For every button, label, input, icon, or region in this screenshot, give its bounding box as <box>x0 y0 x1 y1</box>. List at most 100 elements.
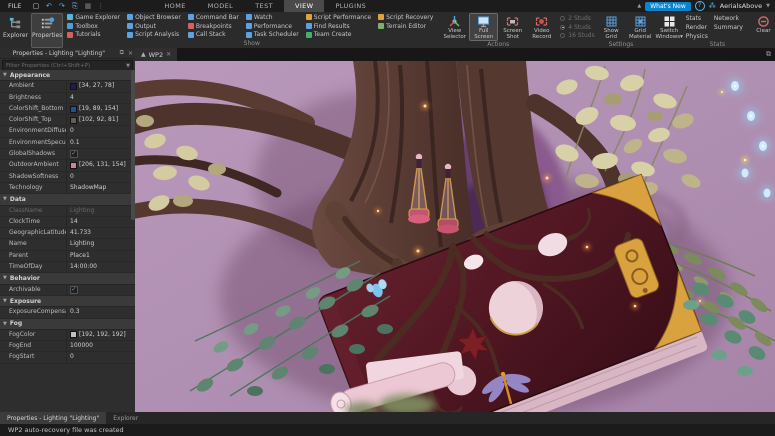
tab-wp2[interactable]: ▲ WP2 ✕ <box>135 48 177 61</box>
tab-close-icon[interactable]: ✕ <box>166 51 171 58</box>
property-row-exposurecompensation[interactable]: ExposureCompensation0.3 <box>0 307 135 318</box>
property-row-name[interactable]: NameLighting <box>0 239 135 250</box>
tutorials-button[interactable]: Tutorials <box>65 31 122 40</box>
property-row-fogcolor[interactable]: FogColor[192, 192, 192] <box>0 330 135 341</box>
account-caret-icon[interactable]: ▼ <box>766 3 770 9</box>
restore-layout-icon[interactable]: ⧉ <box>766 50 771 59</box>
dock-tab-explorer[interactable]: Explorer <box>106 412 145 424</box>
stats-item-summary[interactable]: Summary <box>714 23 743 32</box>
breakpoints-button[interactable]: Breakpoints <box>186 22 241 31</box>
section-header-fog[interactable]: ▼Fog <box>0 319 135 330</box>
full-screen-button[interactable]: Full Screen <box>469 13 498 41</box>
new-file-icon[interactable]: ▢ <box>31 2 40 11</box>
property-value[interactable]: Lighting <box>66 206 135 216</box>
property-value[interactable]: 0 <box>66 126 135 136</box>
find-results-button[interactable]: Find Results <box>304 22 373 31</box>
property-row-shadowsoftness[interactable]: ShadowSoftness0 <box>0 172 135 183</box>
3d-scene-canvas[interactable] <box>135 61 775 412</box>
video-record-button[interactable]: Video Record <box>527 13 556 41</box>
task-scheduler-button[interactable]: Task Scheduler <box>244 31 301 40</box>
property-value[interactable]: [206, 131, 154] <box>66 160 135 170</box>
menu-tab-view[interactable]: VIEW <box>284 0 325 12</box>
properties-button[interactable]: Properties <box>31 13 63 48</box>
team-create-button[interactable]: Team Create <box>304 31 373 40</box>
menu-tab-model[interactable]: MODEL <box>197 0 244 12</box>
stats-item-stats[interactable]: Stats <box>686 14 708 23</box>
section-header-exposure[interactable]: ▼Exposure <box>0 296 135 307</box>
property-value[interactable]: Place1 <box>66 251 135 261</box>
section-header-data[interactable]: ▼Data <box>0 194 135 205</box>
float-panel-icon[interactable]: ⧉ <box>118 49 126 57</box>
game-explorer-button[interactable]: Game Explorer <box>65 13 122 22</box>
property-row-colorshift_bottom[interactable]: ColorShift_Bottom[19, 89, 154] <box>0 104 135 115</box>
menu-tab-plugins[interactable]: PLUGINS <box>324 0 377 12</box>
radio-16-studs[interactable]: 16 Studs <box>560 31 594 40</box>
help-icon[interactable]: ? <box>695 1 705 11</box>
property-row-ambient[interactable]: Ambient[34, 27, 78] <box>0 81 135 92</box>
object-browser-button[interactable]: Object Browser <box>125 13 183 22</box>
switch-windows-button[interactable]: Switch Windows▾ <box>655 13 684 41</box>
menu-tab-test[interactable]: TEST <box>244 0 284 12</box>
property-row-geographiclatitude[interactable]: GeographicLatitude41.733 <box>0 228 135 239</box>
screen-shot-button[interactable]: Screen Shot <box>498 13 527 41</box>
property-row-brightness[interactable]: Brightness4 <box>0 93 135 104</box>
section-header-appearance[interactable]: ▼Appearance <box>0 70 135 81</box>
output-button[interactable]: Output <box>125 22 183 31</box>
part-icon[interactable]: ▦ <box>83 2 92 11</box>
property-value[interactable]: 0 <box>66 172 135 182</box>
terrain-editor-button[interactable]: Terrain Editor <box>376 22 435 31</box>
property-value[interactable]: 4 <box>66 93 135 103</box>
view-selector-button[interactable]: View Selector <box>440 13 469 41</box>
property-row-archivable[interactable]: Archivable✓ <box>0 285 135 296</box>
account-name[interactable]: AerialsAbove <box>720 2 762 10</box>
toolbox-button[interactable]: Toolbox <box>65 22 122 31</box>
stats-item-network[interactable]: Network <box>714 14 743 23</box>
property-row-fogend[interactable]: FogEnd100000 <box>0 341 135 352</box>
property-value[interactable]: Lighting <box>66 239 135 249</box>
property-value[interactable]: [102, 92, 81] <box>66 115 135 125</box>
property-row-classname[interactable]: ClassNameLighting <box>0 206 135 217</box>
close-panel-icon[interactable]: × <box>126 50 135 57</box>
call-stack-button[interactable]: Call Stack <box>186 31 241 40</box>
property-value[interactable]: [192, 192, 192] <box>66 330 135 340</box>
radio-4-studs[interactable]: 4 Studs <box>560 23 594 32</box>
property-row-environmentdiffusescale[interactable]: EnvironmentDiffuseScale0 <box>0 126 135 137</box>
property-value[interactable]: 0.1 <box>66 138 135 148</box>
property-value[interactable]: [34, 27, 78] <box>66 81 135 91</box>
collapse-ribbon-icon[interactable]: ▲ <box>637 3 641 9</box>
property-value[interactable]: 100000 <box>66 341 135 351</box>
filter-dropdown-icon[interactable]: ▼ <box>126 63 132 69</box>
whats-new-button[interactable]: What's New <box>645 2 691 11</box>
property-row-clocktime[interactable]: ClockTime14 <box>0 217 135 228</box>
property-value[interactable]: 14 <box>66 217 135 227</box>
property-value[interactable]: ShadowMap <box>66 183 135 193</box>
paste-icon[interactable]: ⎘ <box>70 2 79 11</box>
file-menu[interactable]: FILE <box>0 2 29 10</box>
performance-button[interactable]: Performance <box>244 22 301 31</box>
stats-item-physics[interactable]: Physics <box>686 32 708 41</box>
quickbar-overflow-icon[interactable]: ⋮ <box>96 2 105 11</box>
property-row-environmentspecularscale[interactable]: EnvironmentSpecularScale0.1 <box>0 138 135 149</box>
properties-panel-header[interactable]: Properties - Lighting "Lighting" ⧉ × <box>0 48 135 59</box>
undo-icon[interactable]: ↶ <box>44 2 53 11</box>
watch-button[interactable]: Watch <box>244 13 301 22</box>
show-grid-button[interactable]: Show Grid <box>597 13 626 41</box>
property-row-colorshift_top[interactable]: ColorShift_Top[102, 92, 81] <box>0 115 135 126</box>
redo-icon[interactable]: ↷ <box>57 2 66 11</box>
property-row-technology[interactable]: TechnologyShadowMap <box>0 183 135 194</box>
explorer-button[interactable]: Explorer <box>2 13 29 48</box>
property-row-fogstart[interactable]: FogStart0 <box>0 352 135 363</box>
script-performance-button[interactable]: Script Performance <box>304 13 373 22</box>
property-row-outdoorambient[interactable]: OutdoorAmbient[206, 131, 154] <box>0 160 135 171</box>
script-recovery-button[interactable]: Script Recovery <box>376 13 435 22</box>
grid-material-button[interactable]: Grid Material <box>626 13 655 41</box>
property-value[interactable]: [19, 89, 154] <box>66 104 135 114</box>
property-value[interactable]: 14:00:00 <box>66 262 135 272</box>
checkbox-checked-icon[interactable]: ✓ <box>70 286 78 294</box>
property-value[interactable]: 0 <box>66 352 135 362</box>
radio-2-studs[interactable]: 2 Studs <box>560 14 594 23</box>
property-row-parent[interactable]: ParentPlace1 <box>0 251 135 262</box>
property-value[interactable]: ✓ <box>66 285 135 295</box>
section-header-behavior[interactable]: ▼Behavior <box>0 273 135 284</box>
checkbox-checked-icon[interactable]: ✓ <box>70 150 78 158</box>
